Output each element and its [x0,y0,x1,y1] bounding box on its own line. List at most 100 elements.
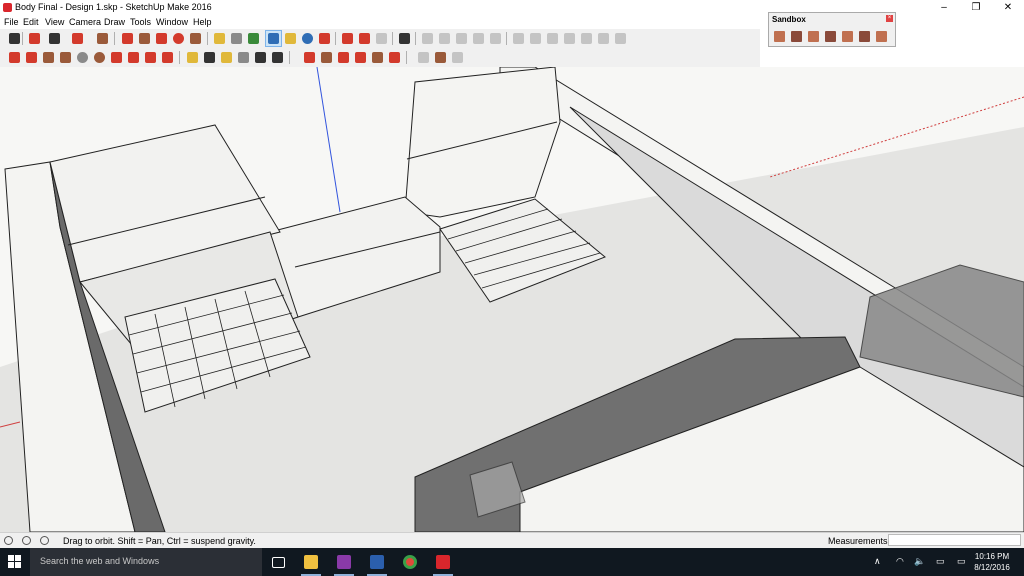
tray-expand-icon[interactable]: ∧ [874,556,881,567]
sandbox-smoove-button[interactable] [807,30,820,43]
file-explorer-app[interactable] [298,552,324,576]
chrome-app[interactable] [397,552,423,572]
move-tool-button[interactable] [120,31,135,46]
follow-me-tool-icon [173,33,184,44]
menu-edit[interactable]: Edit [23,17,39,27]
two-point-arc-button[interactable] [126,50,141,65]
chrome-icon [403,555,417,569]
polygon-button[interactable] [92,50,107,65]
onenote-app[interactable] [331,552,357,576]
eraser-tool-button[interactable] [27,31,42,46]
view-right-button[interactable] [562,31,577,46]
taskbar-search-box[interactable]: Search the web and Windows [30,548,262,576]
sketchup-app[interactable] [430,552,456,576]
text-tool-button[interactable] [229,31,244,46]
view-front-button[interactable] [545,31,560,46]
model-scene[interactable] [0,67,1024,532]
zoom-tool-button[interactable] [300,31,315,46]
view-iso-button[interactable] [511,31,526,46]
sandbox-from-contours-button[interactable] [773,30,786,43]
volume-icon[interactable]: 🔈 [914,556,925,567]
orbit-tool-button[interactable] [265,30,282,47]
menu-help[interactable]: Help [193,17,212,27]
maximize-button[interactable]: ❐ [960,0,992,16]
dimension-button[interactable] [202,50,217,65]
arc-button[interactable] [109,50,124,65]
move-button[interactable] [302,50,317,65]
scale-tool-button[interactable] [188,31,203,46]
user-icon[interactable] [40,536,49,545]
measurements-input[interactable] [888,534,1021,546]
tape-button[interactable] [185,50,200,65]
notification-icon[interactable]: ▭ [957,556,966,567]
rotated-rectangle-button[interactable] [58,50,73,65]
zoom-extents-button[interactable] [317,31,332,46]
3d-text-button[interactable] [270,50,285,65]
offset-button[interactable] [387,50,402,65]
clock[interactable]: 10:16 PM 8/12/2016 [972,551,1012,573]
geolocation-icon[interactable] [4,536,13,545]
arc-tool-button[interactable] [70,31,85,46]
sandbox-close-button[interactable]: × [886,15,893,22]
sandbox-flip-edge-button[interactable] [875,30,888,43]
menu-camera[interactable]: Camera [69,17,101,27]
pencil-button[interactable] [7,50,22,65]
protractor-button[interactable] [219,50,234,65]
followme-button[interactable] [353,50,368,65]
sandbox-drape-button[interactable] [841,30,854,43]
component-button[interactable] [397,31,412,46]
view-left-button[interactable] [596,31,611,46]
follow-me-tool-button[interactable] [171,31,186,46]
minimize-button[interactable]: – [928,0,960,16]
sandbox-stamp-button[interactable] [824,30,837,43]
position-camera-button[interactable] [433,50,448,65]
style-xray-button[interactable] [420,31,435,46]
keyboard-icon[interactable]: ▭ [936,556,945,567]
rectangle-button[interactable] [41,50,56,65]
menu-tools[interactable]: Tools [130,17,151,27]
network-icon[interactable]: ◠ [896,556,904,567]
model-viewport[interactable] [0,67,1024,532]
sandbox-from-scratch-button[interactable] [790,30,803,43]
look-around-button[interactable] [450,50,465,65]
scale-button[interactable] [370,50,385,65]
pushpull-button[interactable] [319,50,334,65]
menu-file[interactable]: File [4,17,19,27]
label-button[interactable] [236,50,251,65]
menu-view[interactable]: View [45,17,64,27]
line-tool-button[interactable] [47,31,62,46]
walk-button[interactable] [416,50,431,65]
close-button[interactable]: ✕ [992,0,1024,16]
menu-window[interactable]: Window [156,17,188,27]
three-point-arc-button[interactable] [143,50,158,65]
axes-button[interactable] [253,50,268,65]
shapes-tool-button[interactable] [95,31,110,46]
paint-bucket-button[interactable] [246,31,261,46]
style-shaded-button[interactable] [488,31,503,46]
style-hidden-line-button[interactable] [471,31,486,46]
pan-tool-button[interactable] [283,31,298,46]
rotate-button[interactable] [336,50,351,65]
word-app[interactable] [364,552,390,576]
sandbox-add-detail-button[interactable] [858,30,871,43]
freehand-button[interactable] [24,50,39,65]
warehouse-button[interactable] [340,31,355,46]
select-tool-button[interactable] [7,31,22,46]
style-xray-icon [422,33,433,44]
menu-draw[interactable]: Draw [104,17,125,27]
tape-measure-button[interactable] [212,31,227,46]
section-plane-button[interactable] [613,31,628,46]
push-pull-tool-button[interactable] [137,31,152,46]
style-wireframe-button[interactable] [454,31,469,46]
start-button[interactable] [8,555,22,569]
style-backedges-button[interactable] [437,31,452,46]
view-top-button[interactable] [528,31,543,46]
task-view-button[interactable] [266,552,292,572]
info-icon[interactable] [22,536,31,545]
pie-button[interactable] [160,50,175,65]
extension-warehouse-button[interactable] [357,31,372,46]
circle-button[interactable] [75,50,90,65]
rotate-tool-button[interactable] [154,31,169,46]
layout-button[interactable] [374,31,389,46]
view-back-button[interactable] [579,31,594,46]
